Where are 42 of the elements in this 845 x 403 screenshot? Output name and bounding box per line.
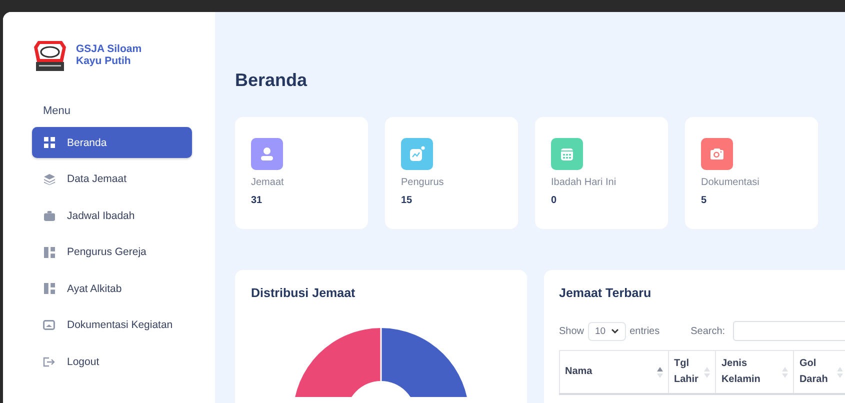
page-size-select[interactable]: 10 [588,322,626,340]
column-header[interactable]: Jenis Kelamin [716,350,794,394]
church-logo [33,38,67,73]
sort-icon [704,366,710,378]
sidebar-item[interactable]: Ayat Alkitab [32,273,192,304]
show-label: Show [559,326,584,336]
panel-title: Jemaat Terbaru [559,286,652,300]
panels-icon [44,246,54,258]
column-header[interactable]: Nama [560,350,668,394]
column-header[interactable]: Tgl Lahir [668,350,716,394]
stat-label: Pengurus [401,177,445,188]
sidebar-item[interactable]: Data Jemaat [32,164,192,194]
search-field[interactable] [733,321,845,341]
stat-value: 15 [401,195,414,206]
sort-icon [837,366,844,378]
grid-icon [44,137,54,148]
sort-icon [657,366,663,378]
sidebar-item[interactable]: Dokumentasi Kegiatan [32,310,192,340]
sidebar-item[interactable]: Pengurus Gereja [32,236,192,268]
column-header[interactable]: Gol Darah [794,350,845,394]
briefcase-icon [44,210,54,220]
sort-icon [782,366,788,378]
brand-name: GSJA Siloam Kayu Putih [76,43,142,67]
sidebar-item[interactable]: Beranda [32,127,192,158]
stat-value: 31 [251,195,264,206]
layers-icon [44,174,54,184]
stat-label: Dokumentasi [701,177,760,188]
search-label: Search: [690,326,726,336]
chevron-down-icon [610,328,619,334]
stat-label: Ibadah Hari Ini [551,177,618,188]
stat-label: Jemaat [251,177,285,188]
stat-value: 5 [701,195,708,206]
panels-icon [44,283,54,294]
image-icon [43,320,55,330]
stat-value: 0 [551,195,558,206]
panel-title: Distribusi Jemaat [251,286,356,300]
sidebar-item[interactable]: Logout [32,346,192,377]
menu-heading: Menu [43,105,72,117]
page-title: Beranda [235,70,308,91]
sidebar-item[interactable]: Jadwal Ibadah [32,200,192,231]
entries-label: entries [630,326,660,336]
logout-icon [43,356,55,366]
